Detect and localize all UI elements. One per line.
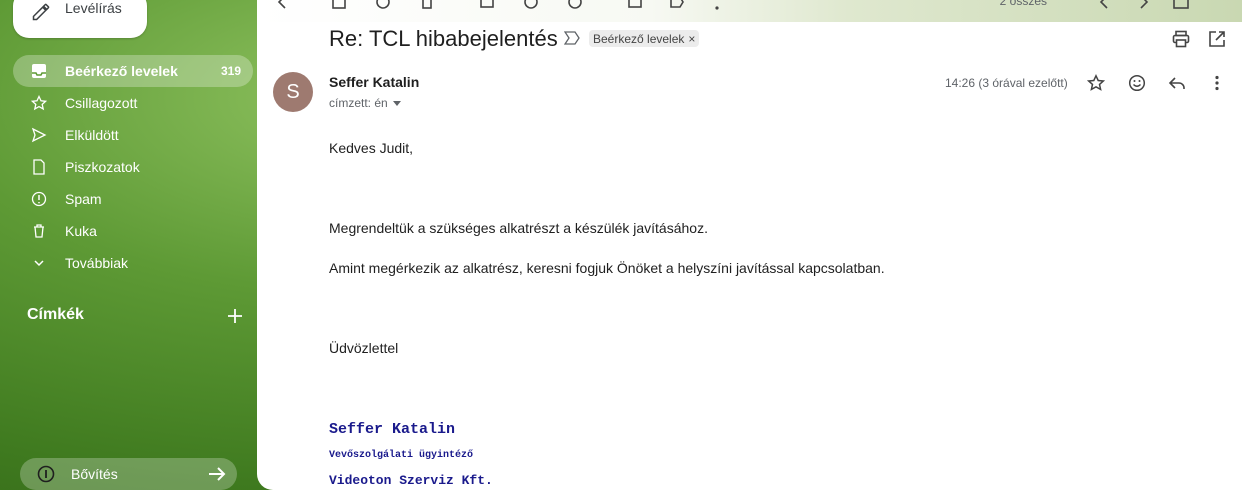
sidebar-item-trash[interactable]: Kuka (13, 215, 253, 247)
page-count: 2 összes (999, 0, 1047, 8)
body-line: Megrendeltük a szükséges alkatrészt a ké… (329, 220, 708, 236)
move-to-icon[interactable] (627, 0, 643, 10)
report-spam-icon[interactable] (375, 0, 391, 10)
emoji-react-icon[interactable] (1128, 74, 1146, 92)
chevron-down-icon (34, 260, 44, 267)
sidebar-item-label: Csillagozott (65, 95, 138, 111)
add-task-icon[interactable] (567, 0, 583, 10)
sidebar-item-label: Elküldött (65, 127, 119, 143)
archive-icon[interactable] (331, 0, 347, 10)
sender-name[interactable]: Seffer Katalin (329, 74, 419, 90)
email-subject: Re: TCL hibabejelentés (329, 26, 558, 51)
label-chip: Beérkező levelek × (589, 30, 700, 47)
more-options-icon[interactable] (1208, 74, 1226, 92)
open-in-new-window-icon[interactable] (1208, 30, 1226, 48)
recipient-details[interactable]: címzett: én (329, 96, 402, 110)
compose-label: Levélírás (65, 0, 122, 16)
add-label-icon[interactable] (226, 307, 244, 325)
sidebar-item-drafts[interactable]: Piszkozatok (13, 151, 253, 183)
sidebar-item-sent[interactable]: Elküldött (13, 119, 253, 151)
inbox-icon (32, 64, 46, 78)
delete-icon[interactable] (419, 0, 435, 10)
signature-name: Seffer Katalin (329, 421, 456, 438)
keyboard-icon[interactable] (1173, 0, 1189, 10)
labels-heading: Címkék (27, 306, 84, 323)
email-view: 2 összes Re: TCL hibabejelentés Beérkező… (257, 0, 1242, 490)
storage-icon (37, 465, 55, 483)
unread-count: 319 (220, 64, 241, 78)
remove-label-button[interactable]: × (688, 32, 695, 46)
star-icon[interactable] (1087, 74, 1105, 92)
sidebar: Levélírás Beérkező levelek 319 Csillagoz… (0, 0, 257, 490)
sidebar-item-label: Beérkező levelek (65, 63, 178, 79)
importance-marker-icon[interactable] (564, 31, 580, 45)
prev-icon[interactable] (1097, 0, 1113, 10)
reply-icon[interactable] (1168, 74, 1186, 92)
sidebar-nav: Beérkező levelek 319 Csillagozott Elküld… (13, 55, 253, 279)
label-icon[interactable] (669, 0, 685, 10)
sender-avatar[interactable]: S (273, 72, 313, 112)
snooze-icon[interactable] (523, 0, 539, 10)
body-line: Amint megérkezik az alkatrész, keresni f… (329, 260, 885, 276)
print-icon[interactable] (1172, 30, 1190, 48)
email-timestamp: 14:26 (3 órával ezelőtt) (945, 76, 1068, 90)
signature-company: Videoton Szerviz Kft. (329, 473, 493, 488)
arrow-right-icon (209, 467, 226, 481)
draft-icon (33, 159, 45, 175)
recipient-label: címzett: én (329, 96, 388, 110)
sidebar-item-label: Spam (65, 191, 102, 207)
pencil-icon (32, 3, 50, 21)
sidebar-item-label: Kuka (65, 223, 97, 239)
upgrade-button[interactable]: Bővítés (20, 458, 237, 490)
closing: Üdvözlettel (329, 340, 399, 356)
upgrade-label: Bővítés (71, 466, 118, 482)
greeting: Kedves Judit, (329, 140, 414, 156)
next-icon[interactable] (1135, 0, 1151, 10)
sidebar-item-more[interactable]: Továbbiak (13, 247, 253, 279)
caret-down-icon (392, 101, 401, 106)
spam-icon (31, 191, 47, 207)
sidebar-item-label: Piszkozatok (65, 159, 140, 175)
sidebar-item-inbox[interactable]: Beérkező levelek 319 (13, 55, 253, 87)
trash-icon (34, 224, 44, 238)
sidebar-item-starred[interactable]: Csillagozott (13, 87, 253, 119)
toolbar: 2 összes (257, 0, 1242, 22)
signature-title: Vevőszolgálati ügyintéző (329, 450, 474, 461)
star-icon (31, 95, 47, 111)
more-vert-icon[interactable] (709, 0, 725, 10)
compose-button[interactable]: Levélírás (13, 0, 147, 38)
send-icon (31, 127, 47, 143)
mark-unread-icon[interactable] (479, 0, 495, 10)
label-chip-text: Beérkező levelek (593, 31, 685, 46)
back-icon[interactable] (275, 0, 291, 10)
sidebar-item-label: Továbbiak (65, 255, 129, 271)
sidebar-item-spam[interactable]: Spam (13, 183, 253, 215)
